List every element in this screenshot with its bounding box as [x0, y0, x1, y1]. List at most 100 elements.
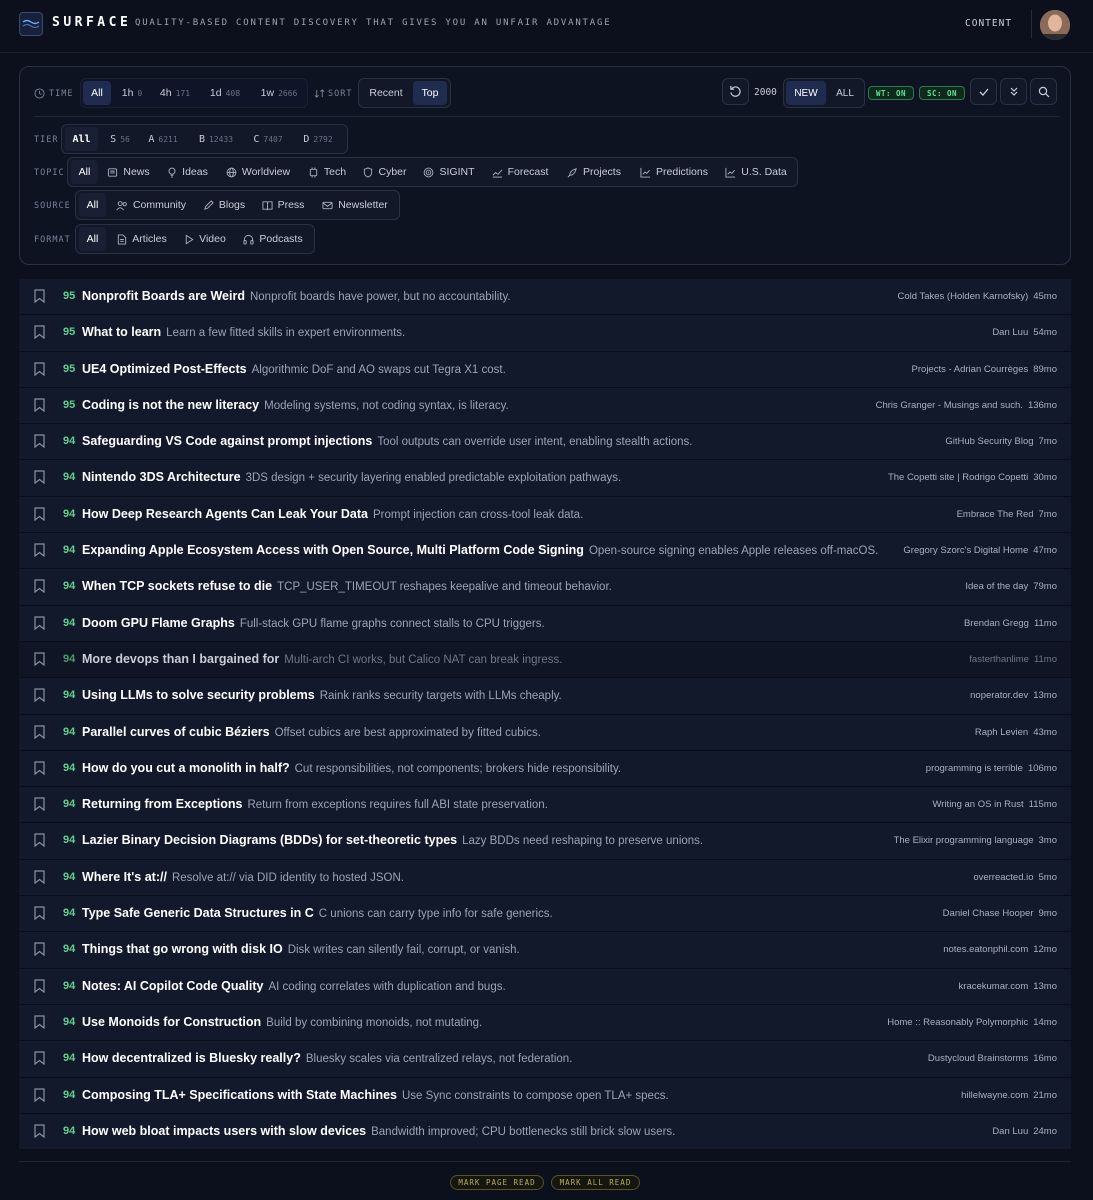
item-source[interactable]: Raph Levien — [975, 727, 1028, 738]
mark-read-button[interactable] — [970, 78, 997, 105]
source-option-all[interactable]: All — [79, 193, 106, 217]
bookmark-icon[interactable] — [34, 979, 45, 998]
topic-option-sigint[interactable]: SIGINT — [422, 160, 476, 184]
item-title[interactable]: What to learn — [82, 325, 161, 339]
format-option-podcasts[interactable]: Podcasts — [240, 227, 306, 251]
item-title[interactable]: Coding is not the new literacy — [82, 398, 259, 412]
bookmark-icon[interactable] — [34, 833, 45, 852]
item-title[interactable]: How web bloat impacts users with slow de… — [82, 1124, 366, 1138]
feed-item[interactable]: 94 Nintendo 3DS Architecture 3DS design +… — [19, 460, 1071, 497]
topic-option-worldview[interactable]: Worldview — [224, 160, 292, 184]
logo[interactable] — [19, 12, 43, 36]
item-title[interactable]: Nintendo 3DS Architecture — [82, 470, 241, 484]
feed-item[interactable]: 94 Safeguarding VS Code against prompt i… — [19, 424, 1071, 461]
time-option-all[interactable]: All — [83, 81, 111, 105]
bookmark-icon[interactable] — [34, 797, 45, 816]
item-source[interactable]: Dan Luu — [992, 1126, 1028, 1137]
bookmark-icon[interactable] — [34, 398, 45, 417]
item-title[interactable]: How Deep Research Agents Can Leak Your D… — [82, 507, 368, 521]
source-option-press[interactable]: Press — [260, 193, 306, 217]
time-option-1d[interactable]: 1d 408 — [202, 81, 248, 105]
bookmark-icon[interactable] — [34, 1087, 45, 1107]
feed-item[interactable]: 94 How do you cut a monolith in half? Cut… — [19, 750, 1071, 788]
item-title[interactable]: Composing TLA+ Specifications with State… — [82, 1088, 397, 1102]
item-source[interactable]: Cold Takes (Holden Karnofsky) — [897, 291, 1028, 302]
item-title[interactable]: Where It's at:// — [82, 870, 167, 884]
item-source[interactable]: hillelwayne.com — [961, 1090, 1028, 1101]
item-title[interactable]: Use Monoids for Construction — [82, 1015, 261, 1029]
item-title[interactable]: Notes: AI Copilot Code Quality — [82, 979, 263, 993]
tier-option-all[interactable]: All — [65, 127, 98, 151]
source-option-blogs[interactable]: Blogs — [201, 193, 247, 217]
feed-item[interactable]: 94 Composing TLA+ Specifications with St… — [19, 1077, 1071, 1114]
item-title[interactable]: Nonprofit Boards are Weird — [82, 289, 245, 303]
feed-item[interactable]: 95 What to learn Learn a few fitted skill… — [19, 315, 1071, 352]
item-title[interactable]: Returning from Exceptions — [82, 797, 242, 811]
tier-option-s[interactable]: S 56 — [105, 127, 135, 151]
format-option-video[interactable]: Video — [182, 227, 228, 251]
bookmark-icon[interactable] — [34, 434, 45, 453]
sort-option-recent[interactable]: Recent — [362, 81, 410, 105]
item-title[interactable]: Lazier Binary Decision Diagrams (BDDs) f… — [82, 833, 457, 847]
item-source[interactable]: Writing an OS in Rust — [932, 799, 1023, 810]
bookmark-icon[interactable] — [34, 361, 45, 381]
topic-option-us-data[interactable]: U.S. Data — [724, 160, 788, 184]
bookmark-icon[interactable] — [34, 1051, 45, 1070]
feed-item[interactable]: 94 Things that go wrong with disk IO Disk… — [19, 932, 1071, 969]
item-source[interactable]: kracekumar.com — [959, 981, 1029, 992]
item-source[interactable]: programming is terrible — [926, 763, 1023, 774]
bookmark-icon[interactable] — [34, 652, 45, 671]
format-option-all[interactable]: All — [79, 227, 106, 251]
bookmark-icon[interactable] — [34, 470, 45, 489]
feed-item[interactable]: 94 Doom GPU Flame Graphs Full-stack GPU f… — [19, 605, 1071, 642]
feed-item[interactable]: 94 Type Safe Generic Data Structures in … — [19, 896, 1071, 933]
item-source[interactable]: Home :: Reasonably Polymorphic — [887, 1017, 1028, 1028]
bookmark-icon[interactable] — [34, 688, 45, 707]
topic-option-tech[interactable]: Tech — [306, 160, 348, 184]
refresh-button[interactable] — [722, 78, 749, 105]
collapse-button[interactable] — [1000, 78, 1027, 105]
item-source[interactable]: Embrace The Red — [957, 509, 1034, 520]
bookmark-icon[interactable] — [34, 616, 45, 635]
bookmark-icon[interactable] — [34, 289, 45, 308]
feed-item[interactable]: 95 UE4 Optimized Post-Effects Algorithmic… — [19, 351, 1071, 388]
search-button[interactable] — [1030, 78, 1057, 105]
format-option-articles[interactable]: Articles — [114, 227, 170, 251]
item-source[interactable]: The Copetti site | Rodrigo Copetti — [888, 472, 1028, 483]
sort-option-top[interactable]: Top — [413, 81, 447, 105]
item-source[interactable]: Gregory Szorc's Digital Home — [903, 545, 1028, 556]
topic-option-news[interactable]: News — [106, 160, 151, 184]
brand-name[interactable]: SURFACE — [52, 15, 131, 30]
feed-item[interactable]: 94 Using LLMs to solve security problems… — [19, 678, 1071, 715]
item-source[interactable]: The Elixir programming language — [894, 835, 1034, 846]
bookmark-icon[interactable] — [34, 1124, 45, 1143]
bookmark-icon[interactable] — [34, 507, 45, 526]
source-option-community[interactable]: Community — [114, 193, 188, 217]
sc-status-badge[interactable]: SC: ON — [919, 86, 965, 100]
time-option-1w[interactable]: 1w 2666 — [252, 81, 306, 105]
item-source[interactable]: overreacted.io — [973, 872, 1033, 883]
feed-item[interactable]: 94 Use Monoids for Construction Build by … — [19, 1004, 1071, 1042]
feed-item[interactable]: 94 How Deep Research Agents Can Leak You… — [19, 496, 1071, 534]
time-option-4h[interactable]: 4h 171 — [153, 81, 197, 105]
item-source[interactable]: fasterthanlime — [969, 654, 1029, 665]
item-source[interactable]: Chris Granger - Musings and such. — [876, 400, 1023, 411]
feed-item[interactable]: 94 Returning from Exceptions Return from … — [19, 787, 1071, 824]
bookmark-icon[interactable] — [34, 543, 45, 562]
bookmark-icon[interactable] — [34, 761, 45, 780]
bookmark-icon[interactable] — [34, 870, 45, 889]
item-source[interactable]: Daniel Chase Hooper — [943, 908, 1034, 919]
item-source[interactable]: GitHub Security Blog — [945, 436, 1033, 447]
item-title[interactable]: Parallel curves of cubic Béziers — [82, 725, 270, 739]
item-title[interactable]: UE4 Optimized Post-Effects — [82, 362, 247, 376]
item-source[interactable]: Dan Luu — [992, 327, 1028, 338]
item-title[interactable]: Safeguarding VS Code against prompt inje… — [82, 434, 372, 448]
tier-option-a[interactable]: A 6211 — [142, 127, 184, 151]
item-title[interactable]: When TCP sockets refuse to die — [82, 579, 272, 593]
view-option-all[interactable]: ALL — [828, 81, 862, 105]
tier-option-c[interactable]: C 7407 — [248, 127, 288, 151]
topic-option-all[interactable]: All — [71, 160, 98, 184]
item-source[interactable]: noperator.dev — [970, 690, 1028, 701]
bookmark-icon[interactable] — [34, 906, 45, 925]
bookmark-icon[interactable] — [34, 1015, 45, 1034]
